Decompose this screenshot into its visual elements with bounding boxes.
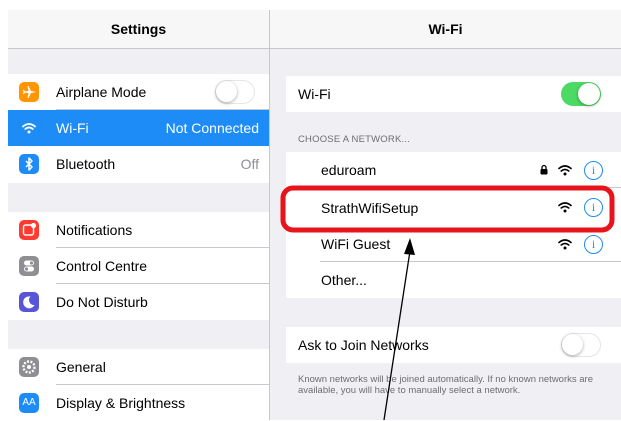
arrow-line [383,250,411,420]
arrow-head [404,238,415,255]
annotation-overlay [280,185,615,420]
highlight-box [280,185,615,233]
